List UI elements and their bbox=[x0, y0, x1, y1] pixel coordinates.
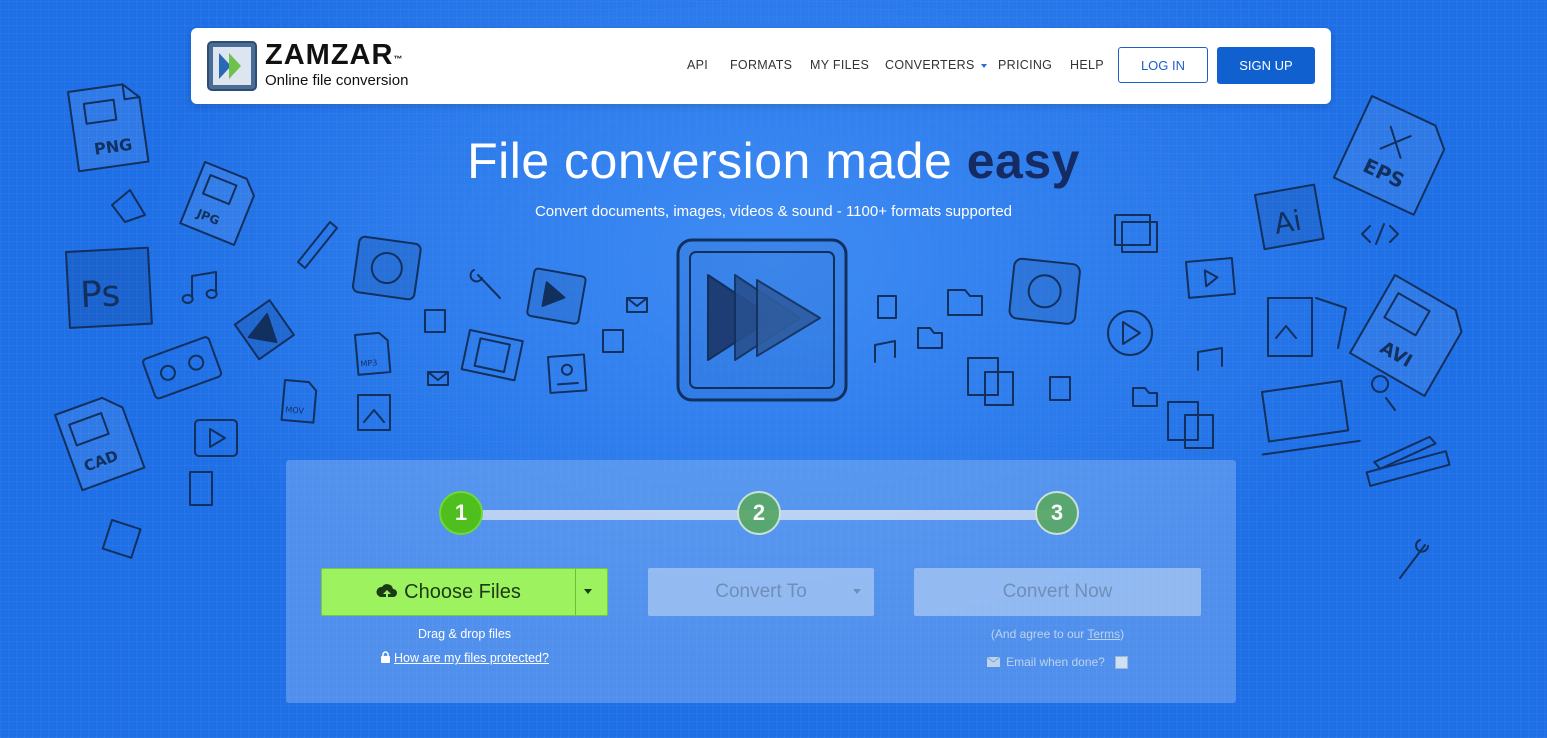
doodle-label-ps: Ps bbox=[79, 273, 121, 316]
cloud-upload-icon bbox=[376, 584, 398, 600]
trademark-symbol: ™ bbox=[393, 54, 404, 64]
envelope-icon bbox=[987, 657, 1001, 667]
magnifier-icon bbox=[1371, 375, 1396, 411]
email-when-done-label: Email when done? bbox=[1006, 655, 1105, 669]
choose-files-dropdown-caret-icon[interactable] bbox=[584, 589, 592, 594]
hero-subtitle: Convert documents, images, videos & soun… bbox=[534, 203, 1013, 220]
files-protected-link[interactable]: How are my files protected? bbox=[394, 651, 549, 665]
nav-api[interactable]: API bbox=[687, 58, 708, 72]
nav-pricing[interactable]: PRICING bbox=[998, 58, 1052, 72]
photoshop-file-icon: Ps bbox=[65, 246, 153, 329]
wrench-icon-right bbox=[1399, 539, 1429, 579]
nav-converters[interactable]: CONVERTERS bbox=[885, 58, 987, 72]
music-note-icon-right bbox=[874, 340, 896, 363]
terms-agreement: (And agree to our Terms) bbox=[914, 627, 1201, 641]
zamzar-logo-icon[interactable] bbox=[207, 41, 257, 91]
music-note-icon-right-2 bbox=[1197, 347, 1223, 371]
media-box-icon bbox=[526, 267, 587, 325]
nav-my-files[interactable]: MY FILES bbox=[810, 58, 869, 72]
image-frame-icon-left bbox=[357, 394, 391, 431]
choose-files-button-group: Choose Files bbox=[321, 568, 608, 616]
wrench-icon-left bbox=[469, 269, 501, 299]
chevron-down-icon bbox=[980, 63, 987, 68]
converter-panel: 1 2 3 Choose Files Convert To Convert No… bbox=[286, 460, 1236, 703]
choose-files-label: Choose Files bbox=[404, 580, 521, 603]
mp3-file-icon: MP3 bbox=[354, 331, 392, 376]
chevron-down-icon bbox=[853, 589, 861, 594]
step-2-badge: 2 bbox=[737, 491, 781, 535]
convert-to-label: Convert To bbox=[715, 581, 807, 602]
refresh-box-icon-right bbox=[1008, 257, 1081, 325]
folder-icon-3 bbox=[1132, 387, 1158, 407]
folder-icon-2 bbox=[917, 327, 943, 349]
terms-link[interactable]: Terms bbox=[1087, 627, 1120, 641]
film-play-icon bbox=[1185, 256, 1236, 299]
nav-formats[interactable]: FORMATS bbox=[730, 58, 792, 72]
clipboard-icon-1 bbox=[967, 357, 1014, 406]
laptop-icon bbox=[1261, 379, 1361, 456]
small-doc-icon-right-1 bbox=[877, 295, 897, 319]
cad-small-icon bbox=[101, 519, 142, 559]
lock-icon bbox=[381, 651, 391, 663]
brand-tagline: Online file conversion bbox=[265, 72, 409, 89]
code-icon bbox=[1361, 223, 1399, 245]
small-doc-icon-2 bbox=[602, 329, 624, 353]
doodle-label-mp3: MP3 bbox=[360, 358, 378, 368]
choose-files-button[interactable]: Choose Files bbox=[322, 569, 575, 615]
cad-file-icon: CAD bbox=[54, 396, 146, 492]
doodle-label-mov: MOV bbox=[285, 405, 305, 416]
login-button[interactable]: LOG IN bbox=[1118, 47, 1208, 83]
center-fast-forward-illustration bbox=[676, 238, 848, 402]
avi-file-icon: AVI bbox=[1349, 274, 1463, 397]
brand-name[interactable]: ZAMZAR™ bbox=[265, 39, 403, 71]
step-1-badge: 1 bbox=[439, 491, 483, 535]
envelope-icon-2 bbox=[427, 371, 449, 386]
photo-frame-icon bbox=[1267, 297, 1347, 357]
hero-title: File conversion made easy bbox=[0, 132, 1547, 190]
top-navbar: ZAMZAR™ Online file conversion API FORMA… bbox=[191, 28, 1331, 104]
nav-help[interactable]: HELP bbox=[1070, 58, 1104, 72]
button-divider bbox=[575, 569, 576, 615]
hero-title-bold: easy bbox=[966, 133, 1080, 189]
terms-suffix: ) bbox=[1120, 627, 1125, 641]
ruler-pencil-icon bbox=[1365, 435, 1451, 487]
envelope-icon-1 bbox=[626, 297, 648, 313]
image-stack-icon bbox=[1114, 214, 1158, 253]
signup-button[interactable]: SIGN UP bbox=[1217, 47, 1315, 84]
small-doc-icon-right-2 bbox=[1049, 376, 1071, 401]
contact-card-icon bbox=[547, 353, 588, 394]
terms-prefix: (And agree to our bbox=[990, 627, 1088, 641]
refresh-box-icon bbox=[351, 235, 422, 301]
triangle-icon bbox=[233, 299, 295, 361]
cassette-icon bbox=[142, 336, 223, 400]
small-doc-icon-3 bbox=[189, 471, 213, 506]
convert-to-select[interactable]: Convert To bbox=[648, 568, 874, 616]
drag-drop-hint: Drag & drop files bbox=[417, 627, 512, 641]
nav-converters-label: CONVERTERS bbox=[885, 58, 975, 72]
convert-now-button[interactable]: Convert Now bbox=[914, 568, 1201, 616]
music-note-icon bbox=[181, 271, 218, 304]
clipboard-icon-2 bbox=[1167, 401, 1214, 449]
email-when-done-row: Email when done? bbox=[914, 655, 1201, 669]
small-doc-icon-1 bbox=[424, 309, 446, 333]
folder-icon-1 bbox=[947, 289, 983, 316]
mov-file-icon: MOV bbox=[280, 379, 318, 424]
video-play-icon bbox=[194, 419, 238, 457]
pencil-icon bbox=[297, 221, 338, 269]
step-3-badge: 3 bbox=[1035, 491, 1079, 535]
hero-title-main: File conversion made bbox=[467, 133, 953, 189]
files-protected-row: How are my files protected? bbox=[321, 651, 608, 665]
email-when-done-checkbox[interactable] bbox=[1114, 655, 1128, 669]
play-circle-icon bbox=[1107, 310, 1153, 356]
film-strip-icon bbox=[460, 329, 524, 382]
